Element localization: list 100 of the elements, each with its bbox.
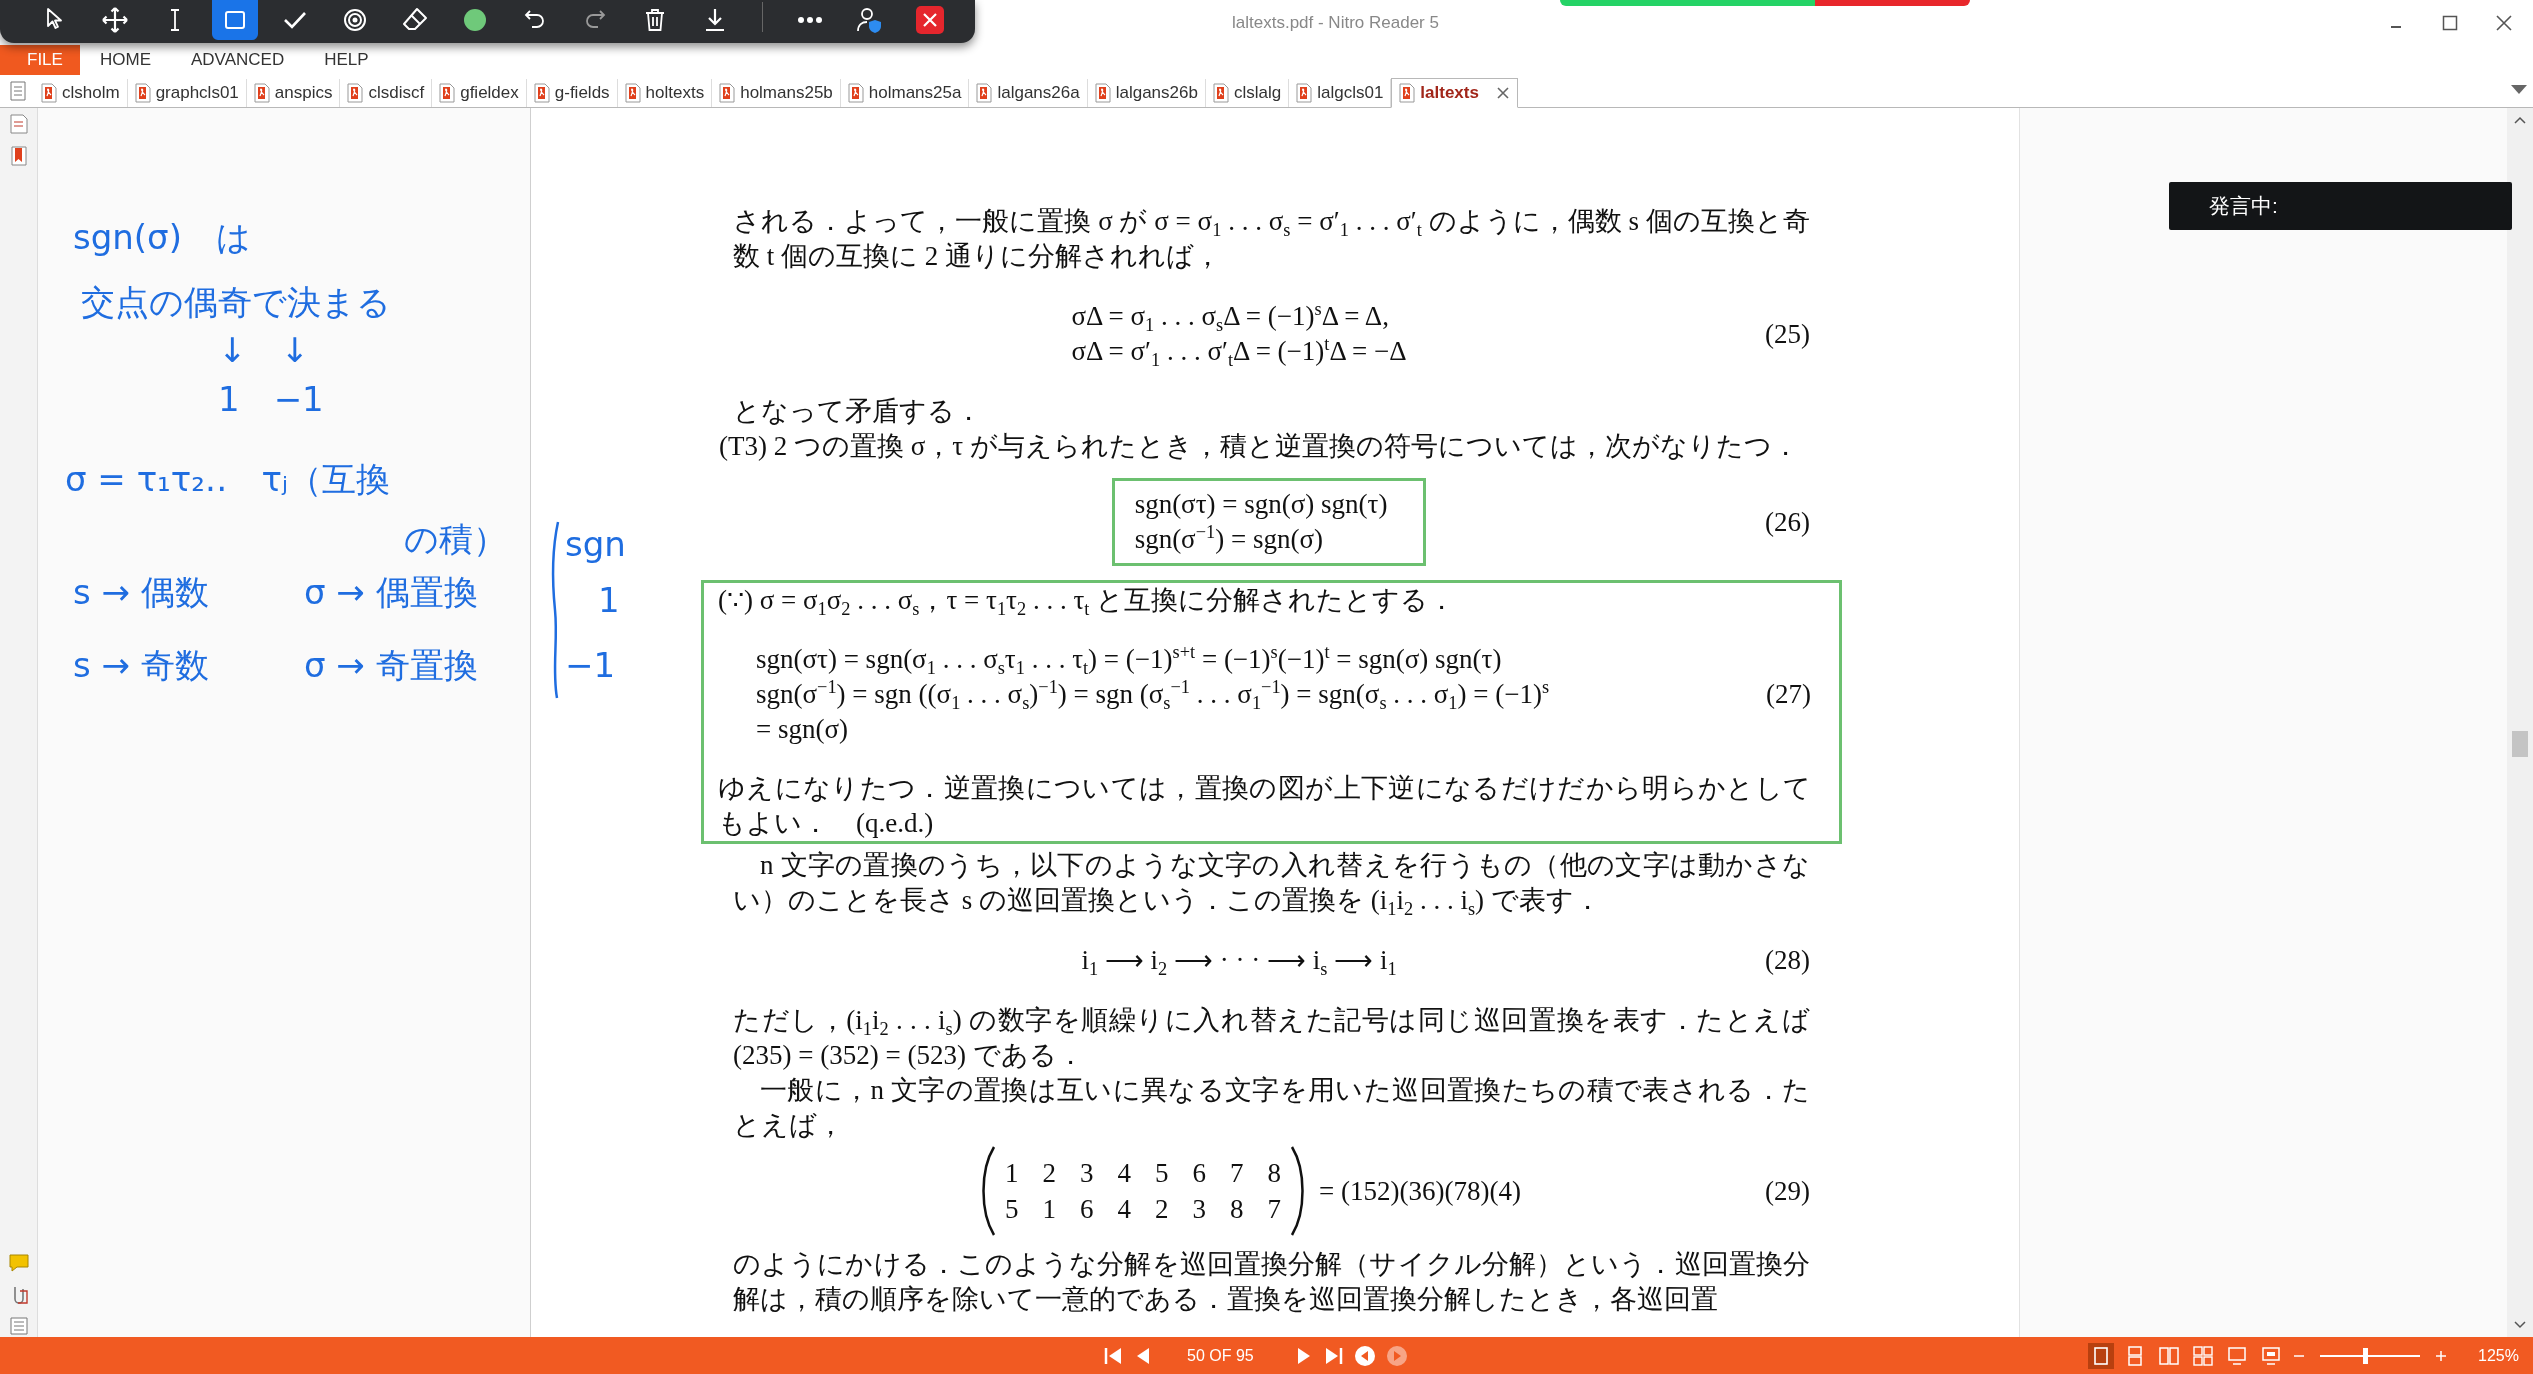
- pdf-file-icon: [1296, 83, 1313, 103]
- document-tab[interactable]: laltexts: [1391, 78, 1518, 108]
- scroll-up-icon[interactable]: [2514, 116, 2526, 124]
- equation-number: (27): [1766, 678, 1811, 711]
- speaking-popup: 発言中:: [2169, 182, 2512, 230]
- zoom-in-icon[interactable]: [2434, 1348, 2448, 1363]
- document-tab[interactable]: lalgans26b: [1087, 79, 1206, 107]
- handwritten-note: σ → 偶置換: [304, 574, 478, 612]
- document-tab[interactable]: clslalg: [1205, 79, 1290, 107]
- matrix-entry: 8: [1230, 1193, 1244, 1226]
- document-tab[interactable]: gfieldex: [432, 79, 527, 107]
- zoom-level: 125%: [2478, 1346, 2519, 1365]
- rectangle-tool[interactable]: [212, 0, 258, 40]
- handwritten-note: σ = τ₁τ₂‥ τⱼ（互換: [65, 461, 390, 499]
- equation-line: σΔ = σ′$_{1}$ . . . σ′$_{t}$Δ = (−1)$^{t}$Δ = −Δ: [1071, 334, 1407, 369]
- back-view-icon[interactable]: [1353, 1344, 1376, 1367]
- handwritten-note: 1: [598, 582, 620, 620]
- scrollbar[interactable]: [2507, 108, 2533, 1337]
- move-arrows-icon[interactable]: [100, 5, 130, 35]
- first-page-icon[interactable]: [1103, 1345, 1123, 1366]
- equation-line: sgn(σ$^{−1}$) = sgn(σ): [1134, 522, 1324, 556]
- handwritten-note: 1 −1: [218, 381, 324, 419]
- handwritten-note: の積）: [404, 521, 507, 559]
- pdf-file-icon: [1094, 83, 1111, 103]
- equation-line: sgn(στ) = sgn(σ) sgn(τ): [1134, 488, 1388, 521]
- document-tab[interactable]: holmans25a: [840, 79, 970, 107]
- handwritten-note: σ → 奇置換: [304, 647, 478, 685]
- pdf-file-icon: [1212, 83, 1229, 103]
- pdf-file-icon: [533, 83, 550, 103]
- matrix-entry: 2: [1155, 1193, 1169, 1226]
- menu-tab[interactable]: ADVANCED: [171, 45, 305, 75]
- page-thumbnails-icon[interactable]: [8, 113, 29, 135]
- pdf-file-icon: [347, 83, 364, 103]
- document-tab[interactable]: anspics: [246, 79, 341, 107]
- scroll-down-icon[interactable]: [2514, 1321, 2526, 1329]
- paragraph: (T3) 2 つの置換 σ，τ が与えられたとき，積と逆置換の符号については，次がなりたつ．: [719, 430, 1800, 463]
- handwritten-note: −1: [565, 647, 616, 685]
- document-tab[interactable]: graphcls01: [127, 79, 247, 107]
- page-indicator: 50 OF 95: [1187, 1346, 1254, 1365]
- pdf-file-icon: [134, 83, 151, 103]
- equation-number: (25): [1765, 317, 1810, 351]
- handwritten-note: ↓ ↓: [218, 332, 309, 370]
- pdf-file-icon: [41, 83, 57, 103]
- paragraph: される．よって，一般に置換 σ が σ = σ$_{1}$ . . . σ$_{s}$ = σ′$_{1}$ . . . σ′$_{t}$ のように，偶数 s 個の互換と奇数 t 個の互換に 2 通りに分解されれば，: [733, 205, 1810, 273]
- paragraph: n 文字の置換のうち，以下のような文字の入れ替えを行うもの（他の文字は動かさない）のことを長さ s の巡回置換という．この置換を (i$_{1}$i$_{2}$ . . . i$_{s}$) で表す．: [733, 849, 1810, 918]
- paragraph: のようにかける．このような分解を巡回置換分解（サイクル分解）という．巡回置換分解は，積の順序を除いて一意的である．置換を巡回置換分解したとき，各巡回置: [733, 1248, 1810, 1316]
- close-icon[interactable]: [915, 5, 945, 35]
- equation-number: (28): [1765, 944, 1810, 977]
- paragraph: となって矛盾する．: [733, 395, 983, 428]
- matrix-entry: 8: [1267, 1157, 1281, 1190]
- pdf-file-icon: [1399, 83, 1416, 103]
- window-title: laltexts.pdf - Nitro Reader 5: [1232, 12, 1439, 33]
- document-tab[interactable]: g-fields: [526, 79, 618, 107]
- handwritten-note: s → 偶数: [73, 574, 209, 612]
- pdf-file-icon: [847, 83, 864, 103]
- paragraph: ただし，(i$_{1}$i$_{2}$ . . . i$_{s}$) の数字を順繰りに入れ替えた記号は同じ巡回置換を表す．たとえば (235) = (352) = (523) である．: [733, 1004, 1810, 1072]
- handwritten-note: sgn: [565, 526, 626, 564]
- bookmark-icon[interactable]: [8, 145, 29, 167]
- matrix-entry: 6: [1080, 1193, 1094, 1226]
- handwritten-note: 交点の偶奇で決まる: [81, 284, 391, 322]
- document-tab[interactable]: holmans25b: [712, 79, 841, 107]
- document-tab[interactable]: clsdiscf: [340, 79, 433, 107]
- matrix-entry: 4: [1117, 1193, 1131, 1226]
- equation-number: (29): [1765, 1174, 1810, 1208]
- pdf-file-icon: [976, 83, 993, 103]
- dropdown-caret-icon[interactable]: [2511, 85, 2527, 95]
- paragraph: ゆえになりたつ．逆置換については，置換の図が上下逆になるだけだから明らかとしてもよい． (q.e.d.): [718, 772, 1811, 840]
- document-tab[interactable]: clsholm: [34, 79, 128, 107]
- matrix-entry: 5: [1155, 1157, 1169, 1190]
- matrix-entry: 6: [1192, 1157, 1206, 1190]
- equation-line: σΔ = σ$_{1}$ . . . σ$_{s}$Δ = (−1)$^{s}$Δ = Δ,: [1071, 299, 1390, 334]
- pdf-file-icon: [624, 83, 641, 103]
- document-tab[interactable]: lalgans26a: [969, 79, 1088, 107]
- menu-tab[interactable]: HELP: [304, 45, 389, 75]
- matrix-entry: 1: [1005, 1157, 1019, 1190]
- equation-line: = sgn(σ): [756, 713, 850, 746]
- matrix-entry: 1: [1042, 1193, 1056, 1226]
- matrix-entry: 5: [1005, 1193, 1019, 1226]
- paragraph: (∵) σ = σ$_{1}$σ$_{2}$ . . . σ$_{s}$，τ = τ$_{1}$τ$_{2}$ . . . τ$_{t}$ と互換に分解されたとする．: [718, 584, 1457, 618]
- equation-number: (26): [1765, 505, 1810, 539]
- matrix-entry: 7: [1230, 1157, 1244, 1190]
- zoom-slider-thumb[interactable]: [2363, 1347, 2368, 1364]
- pdf-file-icon: [253, 83, 270, 103]
- equation-text: = (152)(36)(78)(4): [1319, 1174, 1521, 1208]
- last-page-icon[interactable]: [1323, 1345, 1344, 1366]
- pdf-file-icon: [439, 83, 456, 103]
- equation-line: sgn(σ$^{−1}$) = sgn ((σ$_{1}$ . . . σ$_{s}$)$^{−1}$) = sgn (σ$_{s}$$^{−1}$ . . . σ$_{1}$$^{−1}$) = sgn(σ$_{s}$ . . . σ$_{1}$) = (−1)$^{s}$: [756, 677, 1550, 712]
- handwritten-note: sgn(σ) は: [73, 219, 251, 257]
- document-tab[interactable]: holtexts: [617, 79, 713, 107]
- matrix-entry: 3: [1080, 1157, 1094, 1190]
- scrollbar-thumb[interactable]: [2512, 731, 2528, 757]
- equation-line: i$_{1}$ ⟶ i$_{2}$ ⟶ · · · ⟶ i$_{s}$ ⟶ i$_{1}$: [1081, 944, 1397, 978]
- equation-line: sgn(στ) = sgn(σ$_{1}$ . . . σ$_{s}$τ$_{1}$ . . . τ$_{t}$) = (−1)$^{s+t}$ = (−1)$^{s}$(−1)$^{t}$ = sgn(σ) sgn(τ): [756, 642, 1503, 677]
- menu-tab[interactable]: HOME: [80, 45, 171, 75]
- document-tab[interactable]: lalgcls01: [1289, 79, 1392, 107]
- matrix-entry: 2: [1042, 1157, 1056, 1190]
- matrix-entry: 4: [1117, 1157, 1131, 1190]
- handwritten-note: s → 奇数: [73, 647, 209, 685]
- pdf-file-icon: [719, 83, 736, 103]
- matrix-entry: 3: [1192, 1193, 1206, 1226]
